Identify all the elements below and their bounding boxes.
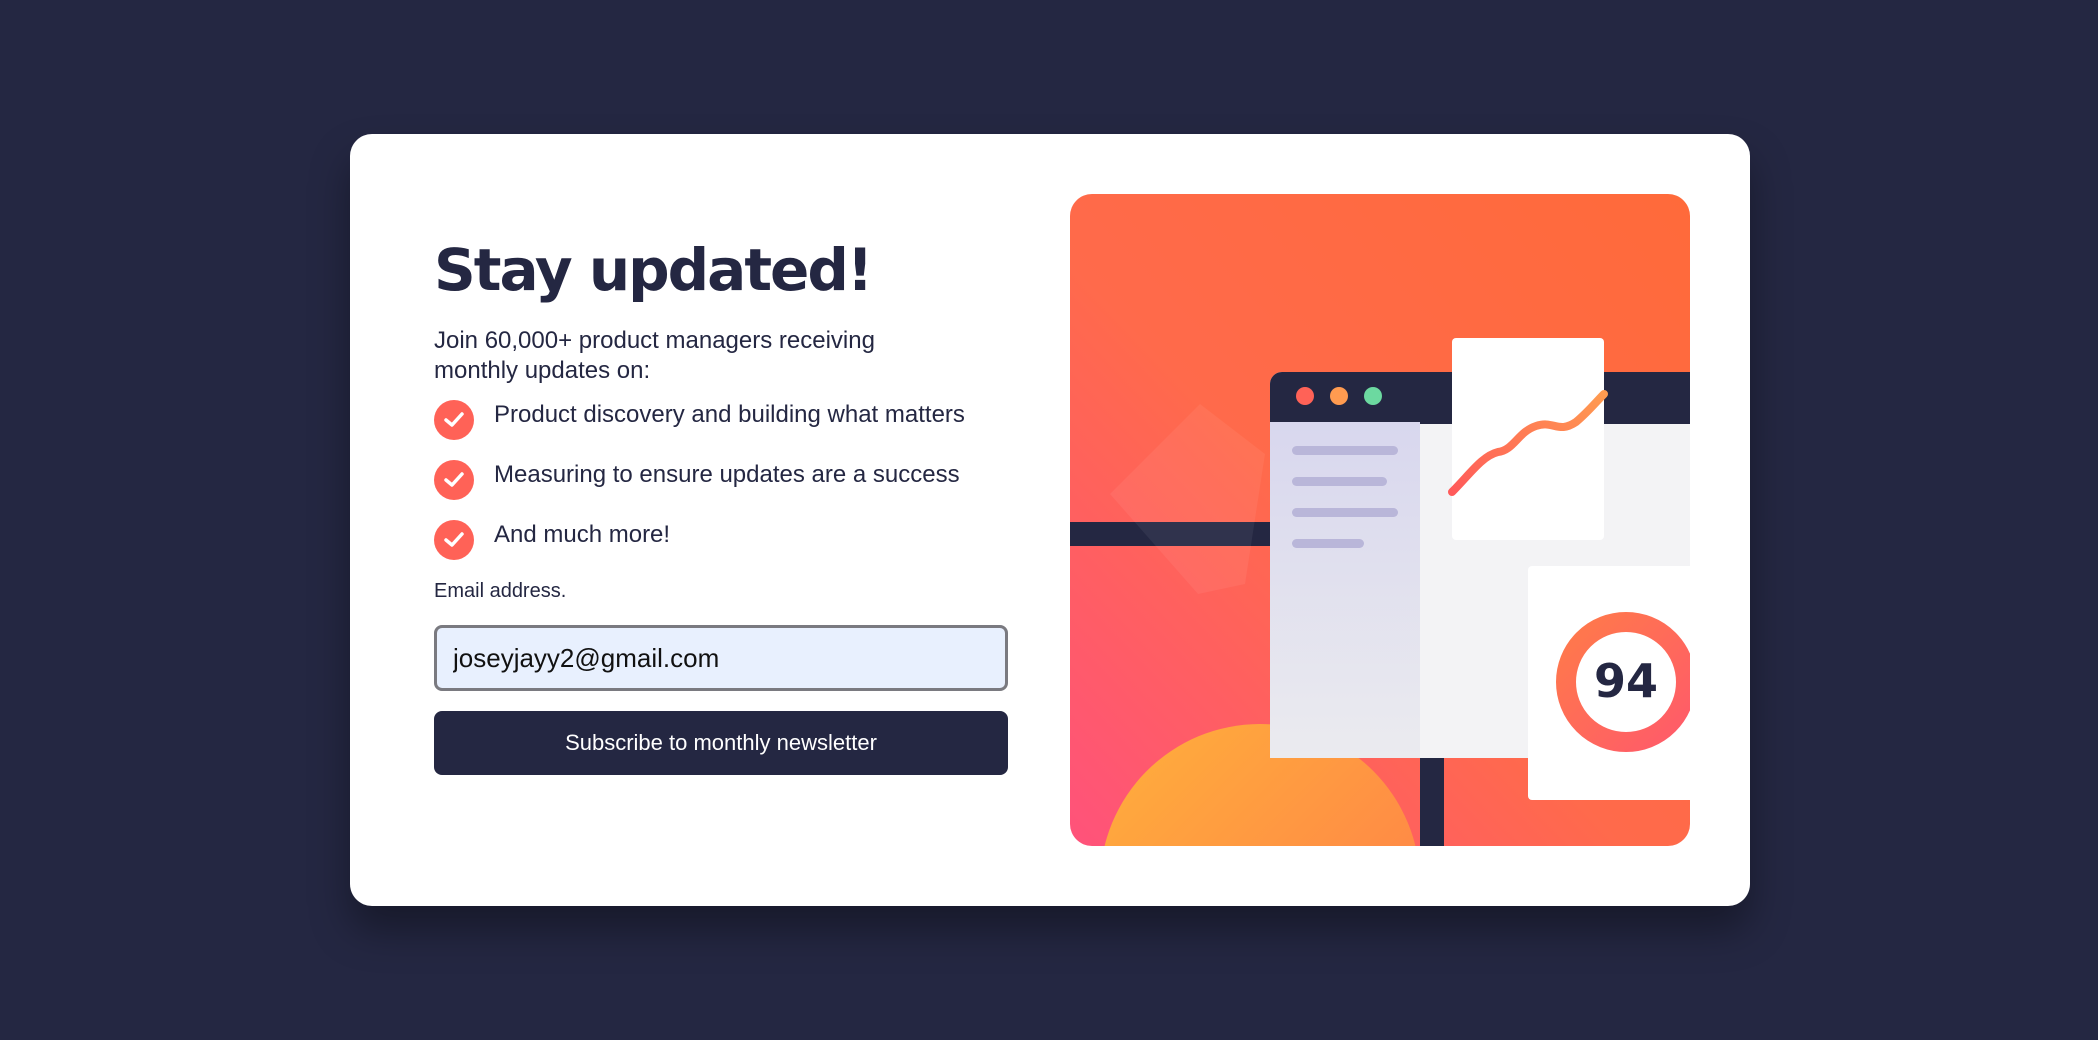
feature-text: Measuring to ensure updates are a succes… <box>494 461 960 488</box>
email-field[interactable] <box>434 625 1008 691</box>
feature-text: And much more! <box>494 521 671 548</box>
list-item: And much more! <box>434 520 1014 560</box>
score-value: 94 <box>1594 654 1658 708</box>
list-item: Measuring to ensure updates are a succes… <box>434 460 1014 500</box>
subscribe-button[interactable]: Subscribe to monthly newsletter <box>434 711 1008 775</box>
signup-panel: Stay updated! Join 60,000+ product manag… <box>434 234 1014 775</box>
newsletter-card: Stay updated! Join 60,000+ product manag… <box>350 134 1750 906</box>
page-title: Stay updated! <box>434 236 873 304</box>
hero-illustration: 94 <box>1070 194 1690 846</box>
checkmark-icon <box>434 400 474 440</box>
list-item: Product discovery and building what matt… <box>434 400 1014 440</box>
feature-text: Product discovery and building what matt… <box>494 401 965 428</box>
checkmark-icon <box>434 460 474 500</box>
intro-text: Join 60,000+ product managers receiving … <box>434 327 875 384</box>
checkmark-icon <box>434 520 474 560</box>
email-label: Email address. <box>434 580 567 602</box>
feature-list: Product discovery and building what matt… <box>434 400 1014 560</box>
